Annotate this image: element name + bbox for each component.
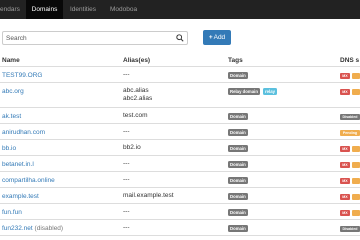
domain-type-tag: Domain bbox=[228, 145, 248, 152]
aliases-cell: mail.example.test bbox=[123, 192, 174, 200]
dns-mx-badge: MX bbox=[340, 162, 350, 168]
table-row: ak.test test.com Domain Disabled bbox=[0, 108, 360, 124]
domain-name-link[interactable]: abc.org bbox=[2, 88, 24, 95]
domain-type-tag: Domain bbox=[228, 177, 248, 184]
aliases-cell: test.com bbox=[123, 112, 148, 120]
dns-status-badge bbox=[352, 89, 360, 95]
nav-item-modoboa[interactable]: Modoboa bbox=[110, 0, 142, 19]
add-domain-button[interactable]: +Add bbox=[203, 30, 231, 45]
dns-mx-badge: MX bbox=[340, 194, 350, 200]
table-row: fun.fun --- Domain MX bbox=[0, 204, 360, 220]
column-header-tags[interactable]: Tags bbox=[228, 57, 243, 64]
table-row: betanet.in.l --- Domain MX bbox=[0, 156, 360, 172]
dns-status-badge bbox=[352, 146, 360, 152]
aliases-cell: bb2.io bbox=[123, 144, 141, 152]
domain-name-link[interactable]: fun232.net (disabled) bbox=[2, 225, 63, 232]
alias-text: --- bbox=[123, 71, 130, 78]
domain-type-tag: Domain bbox=[228, 225, 248, 232]
alias-text: test.com bbox=[123, 112, 148, 119]
domain-name-link[interactable]: betanet.in.l bbox=[2, 161, 34, 168]
disabled-label: (disabled) bbox=[32, 225, 64, 232]
table-row: anirudhan.com --- Domain Pending bbox=[0, 124, 360, 140]
column-header-dns[interactable]: DNS s bbox=[340, 57, 359, 64]
column-header-aliases[interactable]: Alias(es) bbox=[123, 57, 150, 64]
domain-type-tag: Domain bbox=[228, 161, 248, 168]
dns-mx-badge: MX bbox=[340, 73, 350, 79]
dns-status-badge bbox=[352, 194, 360, 200]
dns-disabled-badge: Disabled bbox=[340, 226, 360, 232]
nav-item-calendars[interactable]: endars bbox=[0, 0, 22, 19]
aliases-cell: --- bbox=[123, 224, 130, 232]
table-row: TEST99.ORG --- Domain MX bbox=[0, 67, 360, 83]
domain-name-link[interactable]: compartilha.online bbox=[2, 177, 55, 184]
dns-status-badge bbox=[352, 210, 360, 216]
dns-mx-badge: MX bbox=[340, 210, 350, 216]
dns-status-badge bbox=[352, 178, 360, 184]
domain-name-link[interactable]: anirudhan.com bbox=[2, 129, 45, 136]
domain-type-tag: Domain bbox=[228, 129, 248, 136]
top-navbar: endars Domains Identities Modoboa bbox=[0, 0, 360, 19]
search-input[interactable] bbox=[6, 32, 176, 44]
search-box bbox=[2, 31, 188, 45]
domain-type-tag: Domain bbox=[228, 209, 248, 216]
alias-text: mail.example.test bbox=[123, 192, 174, 199]
domain-name-link[interactable]: example.test bbox=[2, 193, 39, 200]
aliases-cell: --- bbox=[123, 128, 130, 136]
aliases-cell: --- bbox=[123, 160, 130, 168]
domain-type-tag: Domain bbox=[228, 113, 248, 120]
table-row: bb.io bb2.io Domain MX bbox=[0, 140, 360, 156]
dns-disabled-badge: Disabled bbox=[340, 114, 360, 120]
domain-type-tag: Domain bbox=[228, 193, 248, 200]
alias-text: --- bbox=[123, 208, 130, 215]
row-divider bbox=[0, 235, 360, 236]
nav-item-identities[interactable]: Identities bbox=[70, 0, 102, 19]
table-row: abc.org abc.alias abc2.alias Relay domain re… bbox=[0, 83, 360, 108]
dns-status-badge bbox=[352, 73, 360, 79]
domain-name-link[interactable]: bb.io bbox=[2, 145, 16, 152]
table-row: fun232.net (disabled) --- Domain Disabled bbox=[0, 220, 360, 236]
aliases-cell: --- bbox=[123, 71, 130, 79]
alias-text: abc.alias bbox=[123, 87, 149, 94]
relay-tag: relay bbox=[263, 88, 278, 95]
alias-text: bb2.io bbox=[123, 144, 141, 151]
domain-name-link[interactable]: TEST99.ORG bbox=[2, 72, 42, 79]
plus-icon: + bbox=[208, 34, 213, 41]
domain-type-tag: Relay domain bbox=[228, 88, 260, 95]
dns-status-badge bbox=[352, 162, 360, 168]
column-header-name[interactable]: Name bbox=[2, 57, 20, 64]
domain-name-link[interactable]: fun.fun bbox=[2, 209, 22, 216]
search-icon[interactable] bbox=[176, 34, 184, 42]
table-row: example.test mail.example.test Domain MX bbox=[0, 188, 360, 204]
domain-name-link[interactable]: ak.test bbox=[2, 113, 21, 120]
dns-mx-badge: MX bbox=[340, 89, 350, 95]
nav-item-domains[interactable]: Domains bbox=[26, 0, 63, 19]
aliases-cell: --- bbox=[123, 208, 130, 216]
alias-text: abc2.alias bbox=[123, 95, 153, 102]
alias-text: --- bbox=[123, 224, 130, 231]
dns-pending-badge: Pending bbox=[340, 130, 360, 136]
aliases-cell: --- bbox=[123, 176, 130, 184]
domain-type-tag: Domain bbox=[228, 72, 248, 79]
table-row: compartilha.online --- Domain MX bbox=[0, 172, 360, 188]
alias-text: --- bbox=[123, 160, 130, 167]
dns-mx-badge: MX bbox=[340, 178, 350, 184]
dns-mx-badge: MX bbox=[340, 146, 350, 152]
aliases-cell: abc.alias abc2.alias bbox=[123, 87, 152, 103]
alias-text: --- bbox=[123, 128, 130, 135]
alias-text: --- bbox=[123, 176, 130, 183]
